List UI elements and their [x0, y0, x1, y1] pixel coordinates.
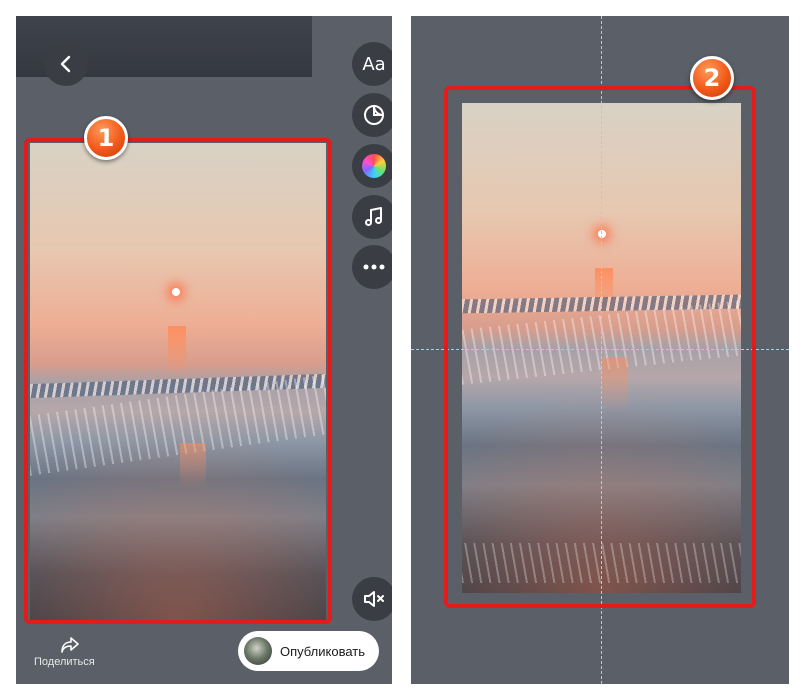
- highlight-frame-1: [24, 138, 332, 624]
- mute-button[interactable]: [352, 577, 392, 621]
- publish-button[interactable]: Опубликовать: [238, 631, 379, 671]
- avatar: [244, 637, 272, 665]
- step-number-1: 1: [97, 124, 115, 152]
- step-badge-2: 2: [690, 56, 734, 100]
- highlight-frame-2: [444, 86, 756, 608]
- text-tool-label: Aa: [362, 53, 386, 75]
- share-label: Поделиться: [34, 656, 95, 668]
- more-tool-button[interactable]: [352, 245, 392, 289]
- back-button[interactable]: [44, 42, 88, 86]
- text-tool-button[interactable]: Aa: [352, 42, 392, 86]
- share-button[interactable]: Поделиться: [34, 634, 114, 674]
- speaker-muted-icon: [364, 591, 384, 607]
- more-dots-icon: [363, 264, 385, 270]
- sticker-tool-button[interactable]: [352, 93, 392, 137]
- color-tool-button[interactable]: [352, 144, 392, 188]
- music-tool-button[interactable]: [352, 195, 392, 239]
- step-number-2: 2: [703, 64, 721, 92]
- music-note-icon: [365, 207, 382, 226]
- step-badge-1: 1: [84, 116, 128, 160]
- publish-label: Опубликовать: [280, 643, 366, 659]
- chevron-left-icon: [60, 55, 71, 73]
- sticker-icon: [364, 105, 384, 125]
- color-wheel-icon: [362, 154, 386, 178]
- share-arrow-icon: [61, 637, 79, 653]
